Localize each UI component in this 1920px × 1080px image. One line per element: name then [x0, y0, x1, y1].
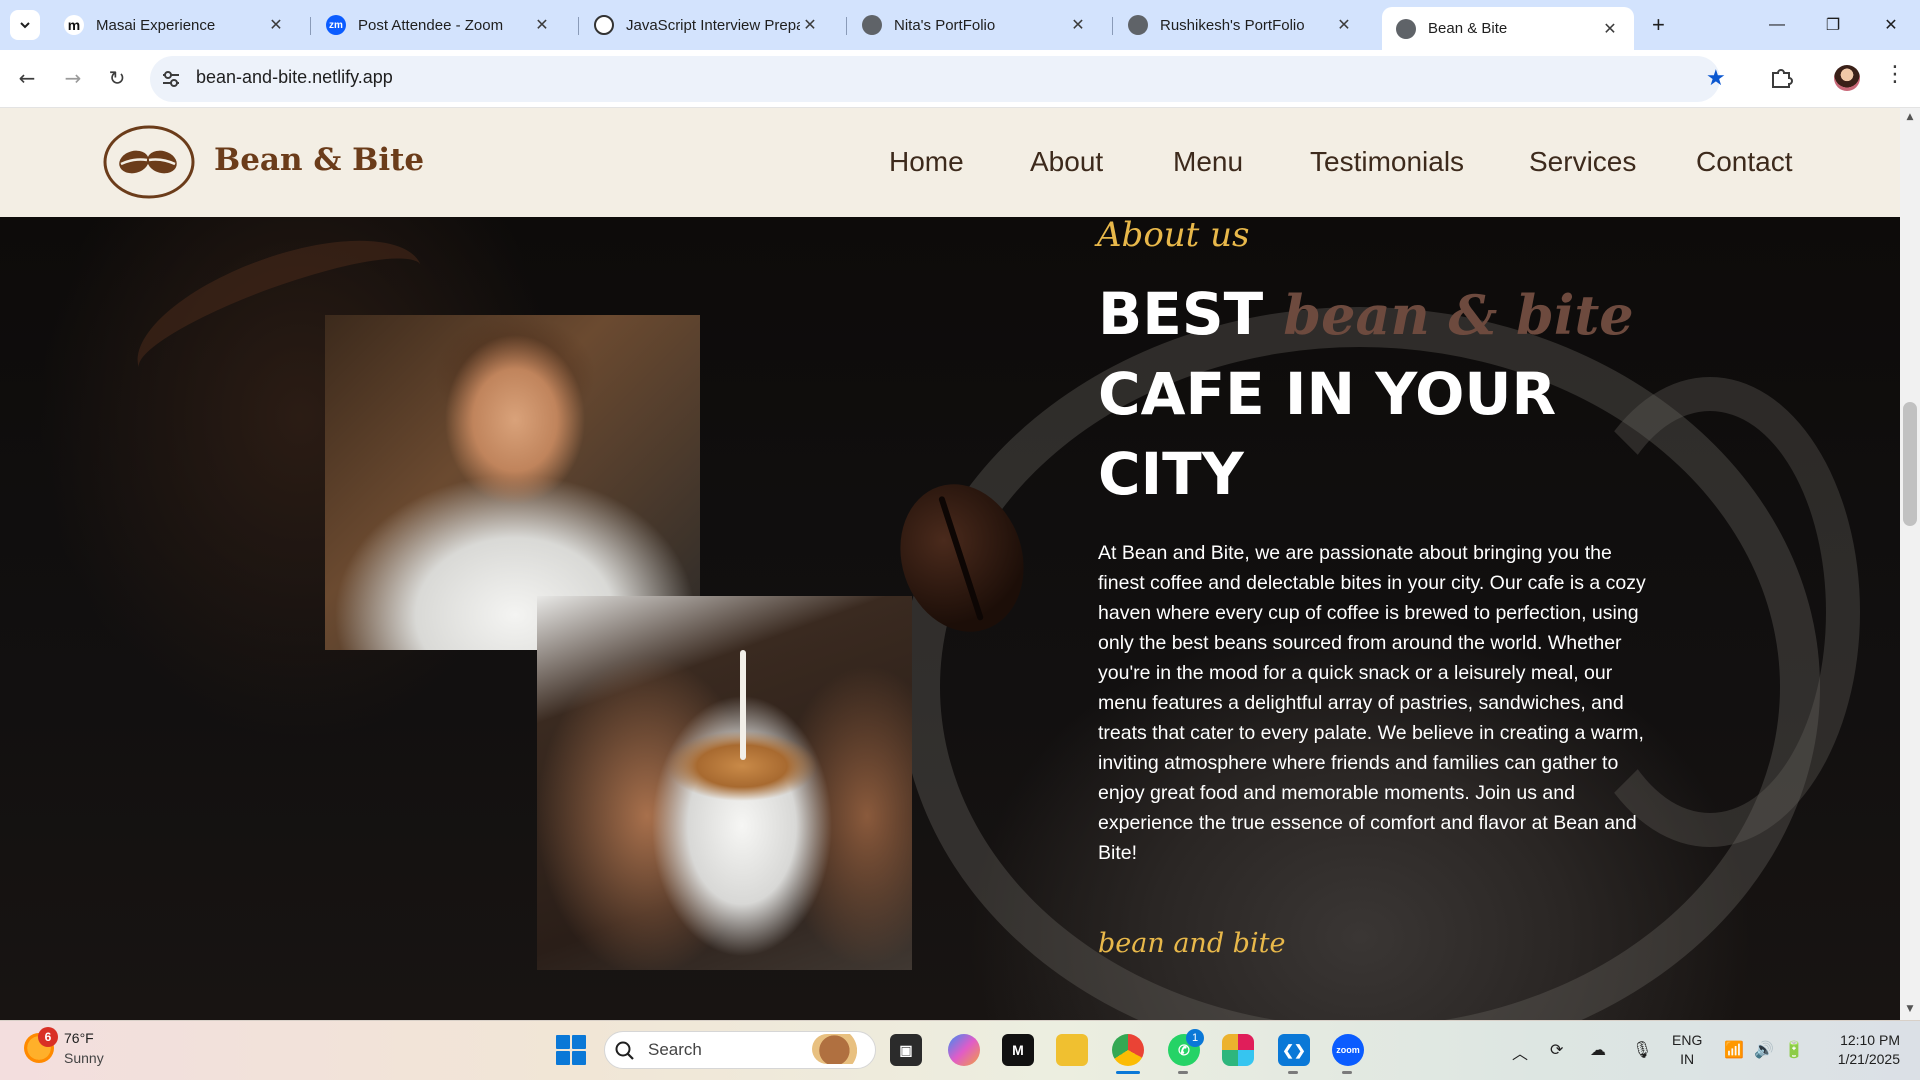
tab-bean-and-bite[interactable]: Bean & Bite ✕: [1382, 7, 1634, 50]
masai-icon: m: [64, 15, 84, 35]
volume-icon[interactable]: 🔊: [1754, 1040, 1774, 1060]
vscode-indicator: [1288, 1071, 1298, 1074]
profile-avatar[interactable]: [1834, 65, 1860, 91]
about-heading-line2: CAFE IN YOUR: [1098, 360, 1557, 428]
whatsapp-indicator: [1178, 1071, 1188, 1074]
minimize-button[interactable]: —: [1762, 10, 1792, 40]
chevron-down-icon: [20, 22, 30, 29]
scrollbar-thumb[interactable]: [1903, 402, 1917, 526]
chatgpt-icon: [594, 15, 614, 35]
close-icon[interactable]: ✕: [532, 15, 552, 35]
search-highlight-squirrel-icon: [812, 1034, 868, 1064]
site-settings-icon[interactable]: [160, 68, 182, 90]
tab-separator: [578, 17, 579, 35]
language-code: ENG: [1672, 1032, 1703, 1048]
nav-home[interactable]: Home: [889, 146, 964, 178]
zoom-indicator: [1342, 1071, 1352, 1074]
nav-services[interactable]: Services: [1529, 146, 1636, 178]
tab-title: Masai Experience: [96, 16, 216, 34]
sync-icon[interactable]: ⟳: [1550, 1040, 1563, 1060]
section-eyebrow: About us: [1097, 215, 1250, 255]
whatsapp-badge: 1: [1186, 1029, 1204, 1047]
milk-stream: [740, 650, 746, 760]
scroll-down-arrow[interactable]: ▼: [1904, 1004, 1916, 1014]
about-heading-line3: CITY: [1098, 440, 1244, 508]
page-scrollbar[interactable]: [1900, 108, 1920, 1020]
tab-separator: [1112, 17, 1113, 35]
task-view-icon[interactable]: ▣: [890, 1034, 922, 1066]
zoom-app-icon[interactable]: zoom: [1332, 1034, 1364, 1066]
zoom-icon: zm: [326, 15, 346, 35]
clock-time: 12:10 PM: [1840, 1032, 1900, 1048]
chrome-active-indicator: [1116, 1071, 1140, 1074]
close-window-button[interactable]: ✕: [1876, 10, 1906, 40]
tab-zoom[interactable]: zm Post Attendee - Zoom ✕: [312, 8, 566, 42]
globe-icon: [1396, 18, 1416, 39]
masai-app-icon[interactable]: M: [1002, 1034, 1034, 1066]
about-description: At Bean and Bite, we are passionate abou…: [1098, 542, 1646, 864]
weather-temperature[interactable]: 76°F: [64, 1030, 94, 1046]
menu-kebab-icon[interactable]: ⋮: [1884, 62, 1906, 87]
slack-icon[interactable]: [1222, 1034, 1254, 1066]
language-indicator[interactable]: ENG IN: [1672, 1031, 1702, 1069]
close-icon[interactable]: ✕: [1068, 15, 1088, 35]
battery-icon[interactable]: 🔋: [1784, 1040, 1804, 1060]
close-icon[interactable]: ✕: [800, 15, 820, 35]
nav-contact[interactable]: Contact: [1696, 146, 1793, 178]
tab-separator: [846, 17, 847, 35]
heading-best: BEST: [1098, 280, 1264, 348]
tab-masai[interactable]: m Masai Experience ✕: [50, 8, 300, 42]
about-heading-line1: BEST bean & bite: [1098, 280, 1634, 348]
latte-pour-photo: [537, 596, 912, 970]
nav-testimonials[interactable]: Testimonials: [1310, 146, 1464, 178]
tab-rushikesh-portfolio[interactable]: Rushikesh's PortFolio ✕: [1114, 8, 1368, 42]
tab-title: Post Attendee - Zoom: [358, 16, 504, 34]
tab-title: Nita's PortFolio: [894, 16, 996, 34]
restore-button[interactable]: ❐: [1818, 10, 1848, 40]
signature-text: bean and bite: [1098, 928, 1286, 959]
url-text: bean-and-bite.netlify.app: [196, 67, 393, 87]
tab-title: JavaScript Interview Prepar: [626, 16, 800, 34]
region-code: IN: [1680, 1051, 1695, 1067]
new-tab-button[interactable]: +: [1652, 12, 1665, 38]
forward-button[interactable]: →: [58, 63, 88, 93]
tab-separator: [310, 17, 311, 35]
search-icon: [615, 1041, 634, 1060]
tab-javascript-interview[interactable]: JavaScript Interview Prepar ✕: [580, 8, 834, 42]
close-icon[interactable]: ✕: [1600, 19, 1620, 39]
brand-name[interactable]: Bean & Bite: [214, 142, 424, 178]
copilot-icon[interactable]: [948, 1034, 980, 1066]
microphone-icon[interactable]: 🎙: [1632, 1040, 1652, 1060]
tab-search-button[interactable]: [10, 10, 40, 40]
close-icon[interactable]: ✕: [1334, 15, 1354, 35]
scroll-up-arrow[interactable]: ▲: [1904, 112, 1916, 122]
globe-icon: [862, 15, 882, 35]
back-button[interactable]: ←: [12, 63, 42, 93]
start-button[interactable]: [556, 1035, 586, 1065]
weather-badge: 6: [38, 1027, 58, 1047]
tab-title: Rushikesh's PortFolio: [1160, 16, 1305, 34]
show-hidden-icons-chevron[interactable]: ︿: [1512, 1040, 1528, 1064]
extensions-icon[interactable]: [1768, 64, 1794, 90]
file-explorer-icon[interactable]: [1056, 1034, 1088, 1066]
close-icon[interactable]: ✕: [266, 15, 286, 35]
vscode-icon[interactable]: ❮❯: [1278, 1034, 1310, 1066]
heading-accent: bean & bite: [1283, 283, 1634, 347]
tab-nita-portfolio[interactable]: Nita's PortFolio ✕: [848, 8, 1102, 42]
globe-icon: [1128, 15, 1148, 35]
reload-button[interactable]: ↻: [102, 63, 132, 93]
clock-date: 1/21/2025: [1837, 1051, 1900, 1067]
coffee-bean-logo[interactable]: [102, 124, 196, 200]
chrome-icon[interactable]: [1112, 1034, 1144, 1066]
weather-condition[interactable]: Sunny: [64, 1050, 104, 1066]
nav-about[interactable]: About: [1030, 146, 1103, 178]
wifi-icon[interactable]: 📶: [1724, 1040, 1744, 1060]
onedrive-cloud-icon[interactable]: ☁: [1590, 1040, 1606, 1060]
nav-menu[interactable]: Menu: [1173, 146, 1243, 178]
taskbar-search-label: Search: [648, 1040, 702, 1059]
bookmark-star-icon[interactable]: ★: [1706, 66, 1726, 91]
tab-title: Bean & Bite: [1428, 20, 1508, 37]
system-clock[interactable]: 12:10 PM 1/21/2025: [1820, 1031, 1900, 1069]
